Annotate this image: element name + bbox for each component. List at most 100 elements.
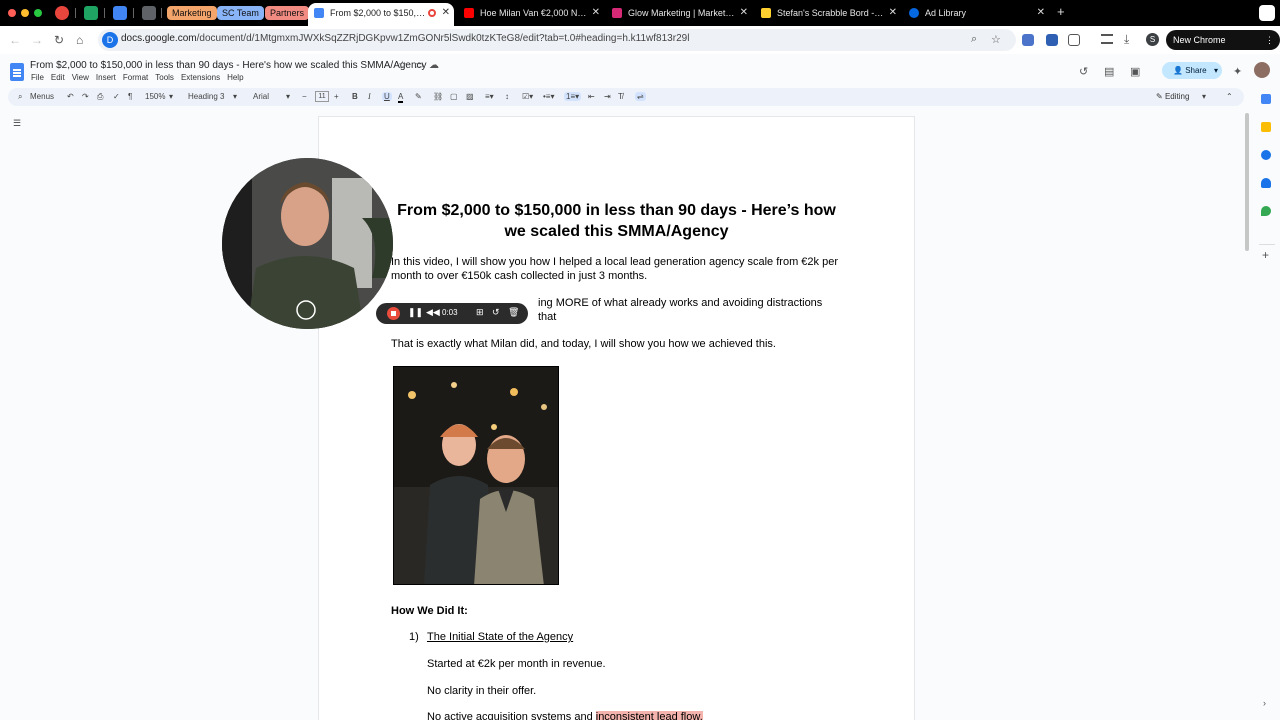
checklist-icon[interactable]: ☑▾ [522, 92, 533, 101]
document-page[interactable]: From $2,000 to $150,000 in less than 90 … [318, 116, 915, 720]
format-options-icon[interactable]: ⇌ [635, 92, 646, 101]
underline-icon[interactable]: U [382, 92, 392, 101]
pinned-tab-sheets-icon[interactable] [84, 6, 98, 20]
extensions-puzzle-icon[interactable] [1068, 34, 1080, 46]
paragraph-style-select[interactable]: Heading 3 [188, 92, 224, 101]
line-spacing-icon[interactable]: ↕ [505, 92, 509, 101]
chevron-down-icon[interactable]: ▾ [169, 92, 173, 101]
close-tab-icon[interactable]: ✕ [592, 3, 600, 23]
meet-icon[interactable]: ▣ [1130, 65, 1140, 78]
tab-ad-library[interactable]: Ad Library ✕ [903, 3, 1049, 23]
search-menus-icon[interactable]: ⌕ [18, 92, 22, 102]
new-tab-icon[interactable]: + [1057, 4, 1065, 19]
search-menus[interactable]: Menus [30, 92, 54, 101]
redo-icon[interactable]: ↷ [82, 92, 89, 101]
print-icon[interactable]: ⎙ [97, 92, 103, 102]
comments-icon[interactable]: ▤ [1104, 65, 1114, 78]
address-bar[interactable]: D docs.google.com/document/d/1MtgmxmJWXk… [98, 29, 1016, 51]
home-icon[interactable]: ⌂ [76, 33, 83, 47]
text-color-icon[interactable]: A [398, 92, 404, 103]
forward-icon[interactable]: → [31, 33, 43, 47]
spellcheck-icon[interactable]: ✓ [113, 92, 120, 101]
align-icon[interactable]: ≡▾ [485, 92, 494, 101]
decrease-font-icon[interactable]: − [302, 92, 307, 101]
decrease-indent-icon[interactable]: ⇤ [588, 92, 595, 101]
menu-format[interactable]: Format [123, 73, 148, 82]
new-chrome-available-button[interactable]: New Chrome available ⋮ [1166, 30, 1280, 65]
font-size-input[interactable]: 11 [315, 91, 329, 102]
pinned-tab-calendar-icon[interactable] [113, 6, 127, 20]
close-tab-icon[interactable]: ✕ [1037, 3, 1045, 23]
document-outline-icon[interactable]: ☰ [10, 118, 24, 130]
insert-image-icon[interactable]: ▨ [466, 92, 474, 101]
tab-google-doc[interactable]: From $2,000 to $150,000 ✕ [308, 3, 454, 26]
pinned-tab-record-icon[interactable] [55, 6, 69, 20]
move-folder-icon[interactable]: ▭ [414, 60, 423, 71]
account-avatar[interactable] [1254, 62, 1270, 78]
restart-icon[interactable]: ↺ [492, 307, 500, 318]
chevron-down-icon[interactable]: ▾ [233, 92, 237, 101]
calendar-icon[interactable] [1261, 94, 1271, 104]
menu-edit[interactable]: Edit [51, 73, 65, 82]
chevron-down-icon[interactable]: ▾ [1202, 92, 1206, 101]
clear-formatting-icon[interactable]: T̸ [618, 92, 623, 101]
tab-group-marketing[interactable]: Marketing [167, 6, 217, 20]
maximize-window-button[interactable] [34, 9, 42, 17]
stop-recording-button[interactable] [387, 307, 400, 320]
add-comment-icon[interactable]: ▢ [450, 92, 458, 101]
menu-insert[interactable]: Insert [96, 73, 116, 82]
menu-tools[interactable]: Tools [155, 73, 174, 82]
pinned-tab-tasks-icon[interactable] [142, 6, 156, 20]
download-icon[interactable]: ⤓ [1124, 32, 1129, 47]
minimize-window-button[interactable] [21, 9, 29, 17]
document-scrollbar[interactable] [1245, 113, 1249, 251]
link-icon[interactable]: ⛓ [433, 92, 443, 101]
tab-youtube[interactable]: Hoe Milan Van €2,000 Naar € ✕ [458, 3, 604, 23]
rewind-icon[interactable]: ◀◀ [426, 307, 440, 318]
increase-indent-icon[interactable]: ⇥ [604, 92, 611, 101]
chevron-down-icon[interactable]: ▾ [286, 92, 290, 101]
back-icon[interactable]: ← [9, 33, 21, 47]
chrome-menu-icon[interactable]: ⋮ [1265, 30, 1274, 50]
version-history-icon[interactable]: ↺ [1079, 65, 1088, 78]
tab-miro[interactable]: Stefan's Scrabble Bord - Miro ✕ [755, 3, 901, 23]
tab-instagram[interactable]: Glow Marketing | Marketing fo ✕ [606, 3, 752, 23]
site-info-icon[interactable]: D [102, 32, 118, 48]
pause-icon[interactable]: ❚❚ [408, 307, 423, 318]
collapse-toolbar-icon[interactable]: ⌃ [1226, 92, 1233, 101]
maps-icon[interactable] [1261, 206, 1271, 216]
zoom-icon[interactable]: ⌕ [971, 33, 977, 46]
gemini-icon[interactable]: ✦ [1233, 65, 1242, 78]
italic-icon[interactable]: I [368, 92, 371, 101]
menu-extensions[interactable]: Extensions [181, 73, 220, 82]
close-tab-icon[interactable]: ✕ [740, 3, 748, 23]
tab-search-icon[interactable] [1259, 5, 1275, 21]
contacts-icon[interactable] [1261, 178, 1271, 188]
font-select[interactable]: Arial [253, 92, 269, 101]
add-addon-icon[interactable]: + [1262, 248, 1269, 262]
paint-format-icon[interactable]: ¶ [128, 92, 132, 101]
delete-icon[interactable]: 🗑 [508, 307, 519, 318]
menu-file[interactable]: File [31, 73, 44, 82]
tab-group-sc-team[interactable]: SC Team [217, 6, 264, 20]
reload-icon[interactable]: ↻ [54, 33, 64, 47]
expand-panel-icon[interactable]: › [1263, 698, 1266, 708]
document-title[interactable]: From $2,000 to $150,000 in less than 90 … [30, 60, 427, 71]
profile-avatar[interactable]: S [1146, 33, 1159, 46]
share-button[interactable]: 👤 Share ▾ [1162, 62, 1222, 79]
webcam-bubble[interactable] [222, 158, 393, 329]
menu-view[interactable]: View [72, 73, 89, 82]
bulleted-list-icon[interactable]: •≡▾ [543, 92, 554, 101]
close-tab-icon[interactable]: ✕ [889, 3, 897, 23]
star-icon[interactable]: ☆ [398, 60, 407, 71]
reading-list-icon[interactable] [1101, 34, 1113, 44]
close-tab-icon[interactable]: ✕ [442, 3, 450, 23]
selfie-photo[interactable] [393, 366, 559, 585]
tab-group-partners[interactable]: Partners [265, 6, 310, 20]
editing-mode-select[interactable]: ✎ Editing [1156, 92, 1189, 101]
cloud-status-icon[interactable]: ☁ [429, 60, 439, 71]
close-window-button[interactable] [8, 9, 16, 17]
tasks-icon[interactable] [1261, 150, 1271, 160]
numbered-list-icon[interactable]: 1≡▾ [564, 92, 582, 101]
bold-icon[interactable]: B [352, 92, 358, 101]
